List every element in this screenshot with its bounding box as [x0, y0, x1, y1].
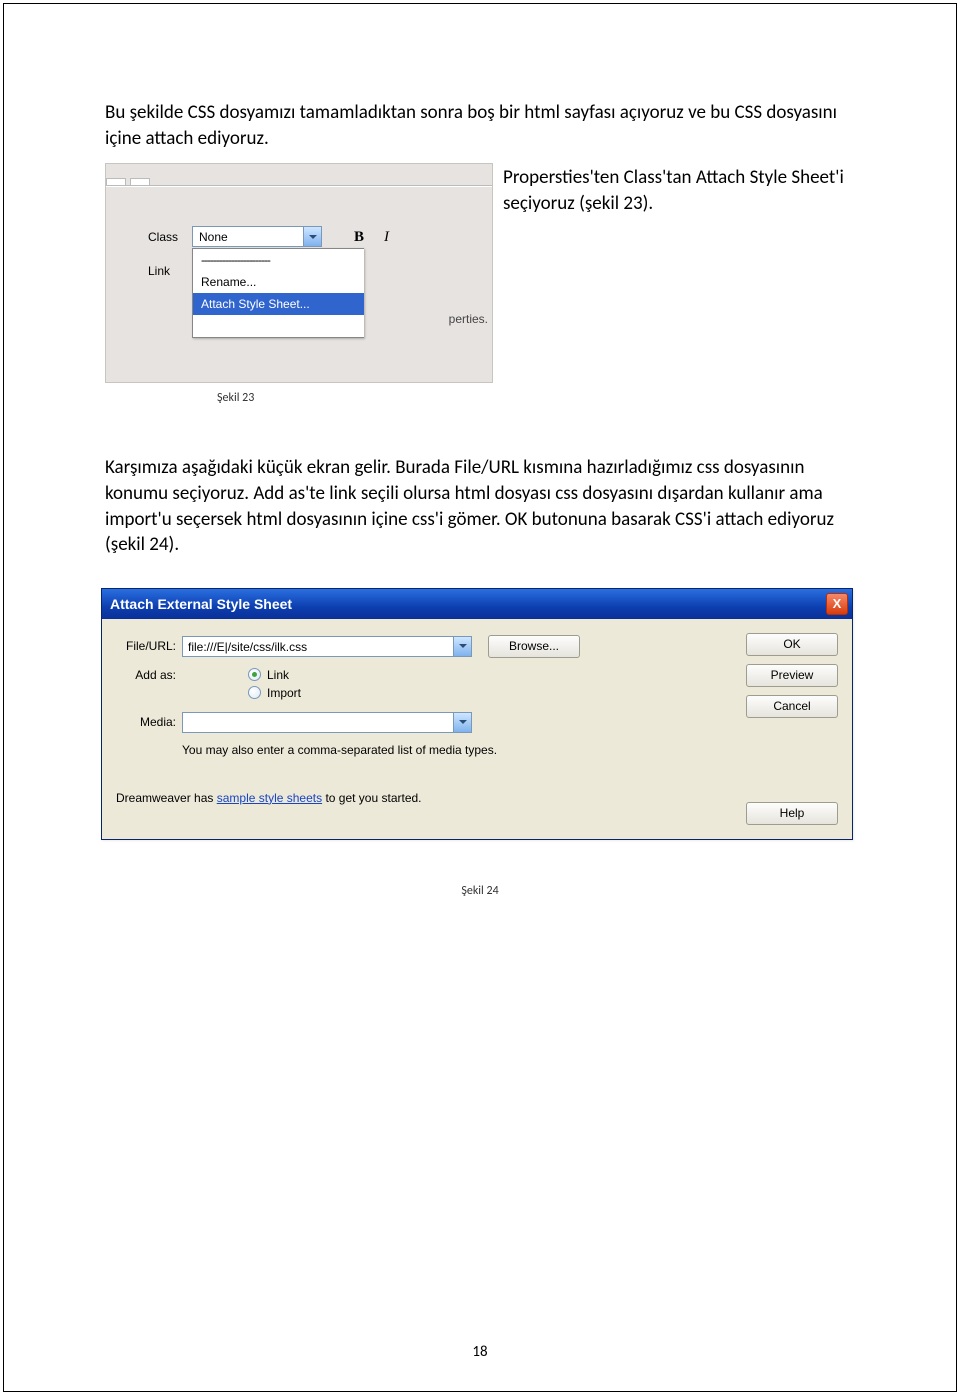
fileurl-row: File/URL: file:///E|/site/css/ilk.css Br…: [116, 635, 838, 658]
media-note: You may also enter a comma-separated lis…: [182, 743, 838, 757]
addas-row: Add as: Link Import: [116, 668, 838, 704]
radio-link[interactable]: [248, 668, 261, 681]
attach-stylesheet-dialog: Attach External Style Sheet X File/URL: …: [101, 588, 853, 840]
dropdown-option-empty[interactable]: [193, 315, 364, 337]
dropdown-arrow-icon[interactable]: [453, 713, 471, 732]
radio-import-label: Import: [267, 686, 301, 700]
radio-link-label: Link: [267, 668, 289, 682]
figure-23-row: Class Link None B I --------------------…: [105, 163, 855, 383]
paragraph-intro: Bu şekilde CSS dosyamızı tamamladıktan s…: [105, 100, 855, 151]
ok-button[interactable]: OK: [746, 633, 838, 656]
tab-edges: [106, 164, 492, 186]
class-dropdown-popup: ----------------------- Rename... Attach…: [192, 248, 364, 338]
dialog-titlebar: Attach External Style Sheet X: [102, 589, 852, 619]
figure-24-caption: Şekil 24: [105, 884, 855, 898]
media-row: Media:: [116, 712, 838, 733]
media-label: Media:: [116, 715, 182, 729]
page-number: 18: [0, 1343, 960, 1361]
properties-panel-screenshot: Class Link None B I --------------------…: [105, 163, 493, 383]
panel: Class Link None B I --------------------…: [106, 186, 492, 382]
radio-import[interactable]: [248, 686, 261, 699]
close-icon[interactable]: X: [826, 593, 848, 615]
side-paragraph: Propersties'ten Class'tan Attach Style S…: [503, 163, 855, 216]
dropdown-arrow-icon[interactable]: [303, 227, 321, 246]
sample-note-post: to get you started.: [322, 791, 421, 805]
properties-label-partial: perties.: [449, 312, 488, 326]
sample-note: Dreamweaver has sample style sheets to g…: [116, 791, 838, 805]
browse-button[interactable]: Browse...: [488, 635, 580, 658]
dialog-body: File/URL: file:///E|/site/css/ilk.css Br…: [102, 619, 852, 839]
sample-stylesheets-link[interactable]: sample style sheets: [217, 791, 322, 805]
dropdown-option-rename[interactable]: Rename...: [193, 271, 364, 293]
class-label: Class: [148, 230, 178, 244]
class-select[interactable]: None: [192, 226, 322, 247]
figure-23-caption: Şekil 23: [217, 391, 855, 405]
italic-icon[interactable]: I: [384, 229, 389, 246]
dialog-title: Attach External Style Sheet: [110, 596, 292, 612]
radio-import-row: Import: [248, 686, 301, 700]
media-combo[interactable]: [182, 712, 472, 733]
dropdown-scrollbar[interactable]: [492, 248, 493, 336]
dropdown-option-attach[interactable]: Attach Style Sheet...: [193, 293, 364, 315]
dropdown-option-separator[interactable]: -----------------------: [193, 249, 364, 271]
cursor-tool-icon: [460, 163, 480, 164]
paragraph-body: Karşımıza aşağıdaki küçük ekran gelir. B…: [105, 455, 855, 558]
panel-highlight: [106, 186, 492, 214]
fileurl-combo[interactable]: file:///E|/site/css/ilk.css: [182, 636, 472, 657]
bold-icon[interactable]: B: [354, 229, 364, 246]
link-label: Link: [148, 264, 170, 278]
dialog-button-column: OK Preview Cancel: [746, 633, 838, 718]
fileurl-label: File/URL:: [116, 639, 182, 653]
cancel-button[interactable]: Cancel: [746, 695, 838, 718]
help-button[interactable]: Help: [746, 802, 838, 825]
fileurl-value: file:///E|/site/css/ilk.css: [188, 640, 307, 654]
preview-button[interactable]: Preview: [746, 664, 838, 687]
class-select-value: None: [199, 230, 228, 244]
dropdown-arrow-icon[interactable]: [453, 637, 471, 656]
sample-note-pre: Dreamweaver has: [116, 791, 217, 805]
radio-link-row: Link: [248, 668, 301, 682]
addas-label: Add as:: [116, 668, 182, 682]
